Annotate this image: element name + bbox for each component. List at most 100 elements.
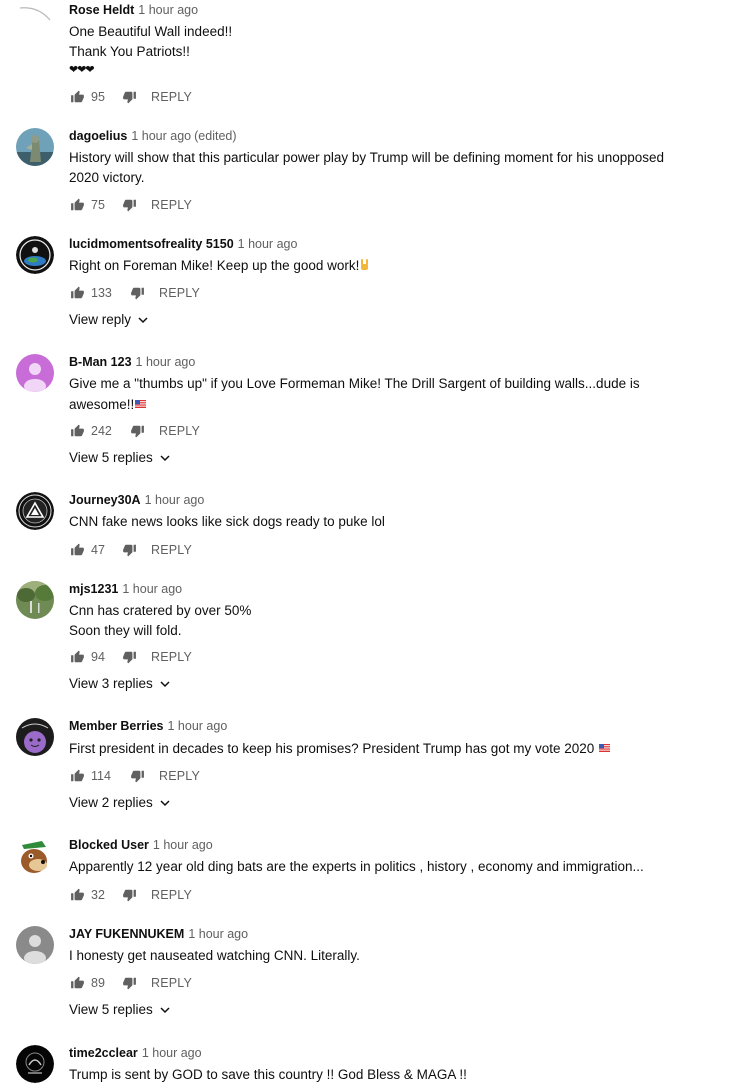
thumbs-up-icon[interactable] — [69, 975, 85, 991]
chevron-down-icon — [159, 797, 171, 809]
thumbs-down-icon[interactable] — [129, 423, 145, 439]
reply-button[interactable]: REPLY — [151, 650, 192, 664]
thumbs-down-icon[interactable] — [129, 285, 145, 301]
comment-text: I honesty get nauseated watching CNN. Li… — [69, 946, 669, 966]
view-replies-label: View 5 replies — [69, 1002, 153, 1017]
partial-avatar-arc-icon — [19, 7, 51, 21]
comment-text: History will show that this particular p… — [69, 148, 669, 187]
thumbs-up-icon[interactable] — [69, 89, 85, 105]
comment-author[interactable]: Journey30A — [69, 493, 141, 507]
landscape-photo-avatar — [16, 581, 54, 619]
thumbs-down-icon[interactable] — [121, 197, 137, 213]
comment-line: Right on Foreman Mike! Keep up the good … — [69, 256, 669, 276]
comment-time[interactable]: 1 hour ago — [238, 237, 298, 251]
comment-actions: 95 REPLY — [69, 87, 192, 107]
triangle-badge-avatar — [16, 492, 54, 530]
thumbs-up-icon[interactable] — [69, 649, 85, 665]
comment-author[interactable]: Blocked User — [69, 838, 149, 852]
comment-author[interactable]: Rose Heldt — [69, 3, 134, 17]
default-gray-avatar — [16, 926, 54, 964]
comment-time[interactable]: 1 hour ago — [136, 355, 196, 369]
avatar[interactable] — [16, 354, 54, 392]
avatar[interactable] — [16, 837, 54, 875]
reply-button[interactable]: REPLY — [159, 769, 200, 783]
view-replies-button[interactable]: View 5 replies — [69, 450, 171, 465]
comment-header: B-Man 123 1 hour ago — [69, 354, 195, 370]
chevron-down-icon — [159, 1004, 171, 1016]
reply-button[interactable]: REPLY — [151, 198, 192, 212]
avatar[interactable] — [16, 128, 54, 166]
reply-button[interactable]: REPLY — [151, 888, 192, 902]
thumbs-up-icon[interactable] — [69, 768, 85, 784]
thumbs-up-icon[interactable] — [69, 887, 85, 903]
avatar[interactable] — [16, 492, 54, 530]
edited-label: (edited) — [194, 129, 237, 143]
comment-author[interactable]: time2cclear — [69, 1046, 138, 1060]
like-count: 95 — [91, 90, 105, 104]
view-replies-button[interactable]: View reply — [69, 312, 149, 327]
comment-time[interactable]: 1 hour ago — [131, 129, 191, 143]
comment-author[interactable]: mjs1231 — [69, 582, 118, 596]
comment-time[interactable]: 1 hour ago — [145, 493, 205, 507]
comment-time[interactable]: 1 hour ago — [168, 719, 228, 733]
like-count: 47 — [91, 543, 105, 557]
comment-author[interactable]: JAY FUKENNUKEM — [69, 927, 184, 941]
avatar[interactable] — [16, 2, 54, 40]
rock-hand-emoji-icon — [359, 257, 369, 270]
comment-text: Give me a "thumbs up" if you Love Formem… — [69, 374, 669, 414]
earth-logo-avatar — [16, 236, 54, 274]
thumbs-down-icon[interactable] — [121, 975, 137, 991]
thumbs-down-icon[interactable] — [121, 89, 137, 105]
avatar[interactable] — [16, 926, 54, 964]
thumbs-down-icon[interactable] — [129, 768, 145, 784]
purple-berry-avatar — [16, 718, 54, 756]
avatar[interactable] — [16, 581, 54, 619]
comment-header: Journey30A 1 hour ago — [69, 492, 204, 508]
comment-time[interactable]: 1 hour ago — [153, 838, 213, 852]
comment-line: One Beautiful Wall indeed!! — [69, 24, 233, 39]
comment-author[interactable]: dagoelius — [69, 129, 127, 143]
comment-author[interactable]: lucidmomentsofreality 5150 — [69, 237, 234, 251]
comment-actions: 242 REPLY — [69, 421, 200, 441]
reply-button[interactable]: REPLY — [151, 90, 192, 104]
comment-line: awesome!! — [69, 394, 669, 415]
comment-header: Rose Heldt 1 hour ago — [69, 2, 198, 18]
thumbs-up-icon[interactable] — [69, 542, 85, 558]
comment-line: Thank You Patriots!! — [69, 43, 190, 59]
view-replies-button[interactable]: View 2 replies — [69, 795, 171, 810]
comment-actions: 133 REPLY — [69, 283, 200, 303]
comment-author[interactable]: B-Man 123 — [69, 355, 132, 369]
comment-time[interactable]: 1 hour ago — [122, 582, 182, 596]
reply-button[interactable]: REPLY — [151, 976, 192, 990]
avatar[interactable] — [16, 1045, 54, 1083]
comment-text: One Beautiful Wall indeed!! Thank You Pa… — [69, 22, 669, 81]
comment-time[interactable]: 1 hour ago — [188, 927, 248, 941]
comment-text: Apparently 12 year old ding bats are the… — [69, 857, 669, 877]
comment-author[interactable]: Member Berries — [69, 719, 164, 733]
view-replies-button[interactable]: View 3 replies — [69, 676, 171, 691]
thumbs-down-icon[interactable] — [121, 649, 137, 665]
avatar[interactable] — [16, 718, 54, 756]
comment-time[interactable]: 1 hour ago — [138, 3, 198, 17]
comment-actions: 114 REPLY — [69, 766, 200, 786]
comment-time[interactable]: 1 hour ago — [142, 1046, 202, 1060]
thumbs-up-icon[interactable] — [69, 285, 85, 301]
reply-button[interactable]: REPLY — [159, 424, 200, 438]
avatar[interactable] — [16, 236, 54, 274]
like-count: 75 — [91, 198, 105, 212]
thumbs-down-icon[interactable] — [121, 542, 137, 558]
view-replies-label: View 2 replies — [69, 795, 153, 810]
cartoon-bear-avatar — [16, 837, 54, 875]
thumbs-down-icon[interactable] — [121, 887, 137, 903]
thumbs-up-icon[interactable] — [69, 423, 85, 439]
like-count: 32 — [91, 888, 105, 902]
reply-button[interactable]: REPLY — [151, 543, 192, 557]
view-replies-button[interactable]: View 5 replies — [69, 1002, 171, 1017]
thumbs-up-icon[interactable] — [69, 197, 85, 213]
comment-line: First president in decades to keep his p… — [69, 738, 669, 759]
chevron-down-icon — [159, 452, 171, 464]
reply-button[interactable]: REPLY — [159, 286, 200, 300]
comment-header: JAY FUKENNUKEM 1 hour ago — [69, 926, 248, 942]
us-flag-icon — [135, 394, 147, 408]
chevron-down-icon — [137, 314, 149, 326]
